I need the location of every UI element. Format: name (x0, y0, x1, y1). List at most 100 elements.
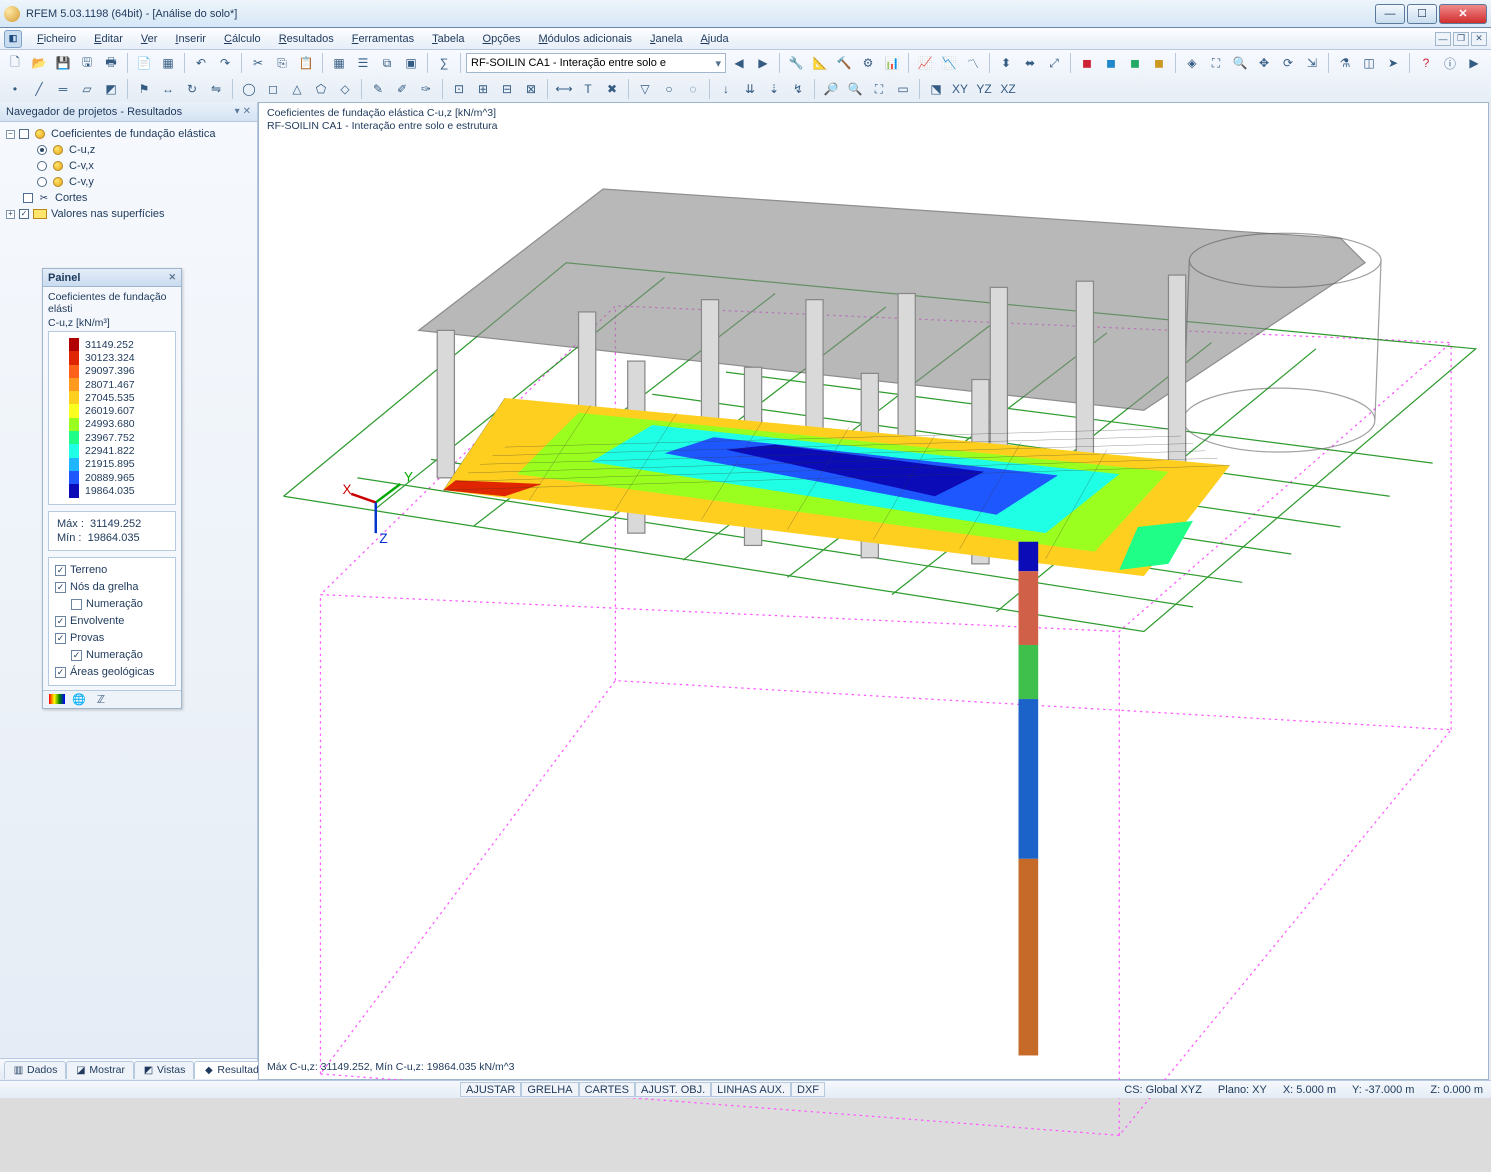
rot-icon[interactable]: ⟳ (1277, 52, 1299, 74)
snap3-icon[interactable]: ⊟ (496, 78, 518, 100)
save-icon[interactable]: 💾 (52, 52, 74, 74)
filter-icon[interactable]: ⚗ (1334, 52, 1356, 74)
cut-icon[interactable]: ✂ (247, 52, 269, 74)
menu-ficheiro[interactable]: Ficheiro (28, 31, 85, 47)
yz-icon[interactable]: YZ (973, 78, 995, 100)
tree-root-label[interactable]: Coeficientes de fundação elástica (51, 128, 216, 140)
chart2-icon[interactable]: 📉 (938, 52, 960, 74)
flag-icon[interactable]: ⚑ (133, 78, 155, 100)
rotate-icon[interactable]: ↻ (181, 78, 203, 100)
next-lc-icon[interactable]: ▶ (752, 52, 774, 74)
zoom-out-icon[interactable]: 🔍 (844, 78, 866, 100)
3d-viewport[interactable]: Coeficientes de fundação elástica C-u,z … (258, 102, 1489, 1080)
delete-icon[interactable]: ✖ (601, 78, 623, 100)
option-checkbox[interactable] (55, 582, 66, 593)
copy-icon[interactable]: ⎘ (271, 52, 293, 74)
tree-checkbox[interactable] (19, 209, 29, 219)
tree-item-label[interactable]: C-v,x (69, 160, 94, 172)
status-toggle-ajust--obj-[interactable]: AJUST. OBJ. (635, 1082, 711, 1097)
play-icon[interactable]: ▶ (1463, 52, 1485, 74)
calc-icon[interactable]: ∑ (433, 52, 455, 74)
grid-icon[interactable]: ▦ (328, 52, 350, 74)
res-e-icon[interactable]: 📊 (881, 52, 903, 74)
line-icon[interactable]: ╱ (28, 78, 50, 100)
color4-icon[interactable]: ◼ (1148, 52, 1170, 74)
mdi-restore-icon[interactable]: ❐ (1453, 32, 1469, 46)
zoom-icon[interactable]: 🔍 (1229, 52, 1251, 74)
loadcase-combo[interactable]: RF-SOILIN CA1 - Interação entre solo e (466, 53, 726, 73)
arrow-icon[interactable]: ➤ (1382, 52, 1404, 74)
menu-ferramentas[interactable]: Ferramentas (343, 31, 423, 47)
region-icon[interactable]: ▭ (892, 78, 914, 100)
menu-inserir[interactable]: Inserir (166, 31, 215, 47)
report-icon[interactable]: 📄 (133, 52, 155, 74)
status-toggle-ajustar[interactable]: AJUSTAR (460, 1082, 521, 1097)
status-toggle-dxf[interactable]: DXF (791, 1082, 825, 1097)
table-icon[interactable]: ▦ (157, 52, 179, 74)
status-toggle-linhas-aux-[interactable]: LINHAS AUX. (711, 1082, 791, 1097)
edit2-icon[interactable]: ✐ (391, 78, 413, 100)
shape1-icon[interactable]: ◯ (238, 78, 260, 100)
color2-icon[interactable]: ◼ (1100, 52, 1122, 74)
member-icon[interactable]: ═ (52, 78, 74, 100)
mirror-icon[interactable]: ⇋ (205, 78, 227, 100)
mdi-close-icon[interactable]: ✕ (1471, 32, 1487, 46)
node-icon[interactable]: • (4, 78, 26, 100)
xz-icon[interactable]: XZ (997, 78, 1019, 100)
disp-w-icon[interactable]: ⤢ (1043, 52, 1065, 74)
option-checkbox[interactable] (55, 633, 66, 644)
disp-v-icon[interactable]: ⬌ (1019, 52, 1041, 74)
solid-icon[interactable]: ◩ (100, 78, 122, 100)
nav-tab-vistas[interactable]: ◩Vistas (134, 1061, 194, 1079)
option-checkbox[interactable] (55, 667, 66, 678)
menu-tabela[interactable]: Tabela (423, 31, 473, 47)
pan-icon[interactable]: ✥ (1253, 52, 1275, 74)
zoom-in-icon[interactable]: 🔎 (820, 78, 842, 100)
tree-radio[interactable] (37, 161, 47, 171)
prev-lc-icon[interactable]: ◀ (728, 52, 750, 74)
menu-opções[interactable]: Opções (474, 31, 530, 47)
print-icon[interactable]: 🖶 (100, 52, 122, 74)
tree-radio[interactable] (37, 145, 47, 155)
status-toggle-grelha[interactable]: GRELHA (521, 1082, 578, 1097)
select-icon[interactable]: ◫ (1358, 52, 1380, 74)
status-toggle-cartes[interactable]: CARTES (579, 1082, 635, 1097)
collapse-icon[interactable]: − (6, 130, 15, 139)
new-icon[interactable]: 🗋 (4, 52, 26, 74)
globe-tab-icon[interactable]: 🌐 (71, 692, 87, 706)
mdi-minimize-icon[interactable]: — (1435, 32, 1451, 46)
minimize-button[interactable] (1375, 4, 1405, 24)
tree-item-label[interactable]: C-u,z (69, 144, 95, 156)
tree-radio[interactable] (37, 177, 47, 187)
color3-icon[interactable]: ◼ (1124, 52, 1146, 74)
tree-checkbox[interactable] (19, 129, 29, 139)
shape2-icon[interactable]: ◻ (262, 78, 284, 100)
option-checkbox[interactable] (55, 565, 66, 576)
pin-icon[interactable]: ✕ (243, 106, 251, 117)
menu-ajuda[interactable]: Ajuda (691, 31, 737, 47)
expand-icon[interactable]: + (6, 210, 15, 219)
undo-icon[interactable]: ↶ (190, 52, 212, 74)
snap4-icon[interactable]: ⊠ (520, 78, 542, 100)
menu-resultados[interactable]: Resultados (270, 31, 343, 47)
scale-icon[interactable]: ⇲ (1301, 52, 1323, 74)
menu-editar[interactable]: Editar (85, 31, 132, 47)
fit-icon[interactable]: ⛶ (1205, 52, 1227, 74)
chart3-icon[interactable]: 〽 (962, 52, 984, 74)
shape4-icon[interactable]: ⬠ (310, 78, 332, 100)
nav-tab-mostrar[interactable]: ◪Mostrar (66, 1061, 134, 1079)
menu-cálculo[interactable]: Cálculo (215, 31, 270, 47)
text-icon[interactable]: T (577, 78, 599, 100)
factor-tab-icon[interactable]: ℤ (93, 692, 109, 706)
res-b-icon[interactable]: 📐 (809, 52, 831, 74)
disp-u-icon[interactable]: ⬍ (995, 52, 1017, 74)
tree-valores-label[interactable]: Valores nas superfícies (51, 208, 165, 220)
load1-icon[interactable]: ↓ (715, 78, 737, 100)
navigator-tree[interactable]: − Coeficientes de fundação elástica C-u,… (0, 122, 257, 226)
menu-módulos adicionais[interactable]: Módulos adicionais (529, 31, 641, 47)
panel-titlebar[interactable]: Painel ✕ (43, 269, 181, 287)
release-icon[interactable]: ◌ (682, 78, 704, 100)
suppp-icon[interactable]: ▽ (634, 78, 656, 100)
snap1-icon[interactable]: ⊡ (448, 78, 470, 100)
xy-icon[interactable]: XY (949, 78, 971, 100)
